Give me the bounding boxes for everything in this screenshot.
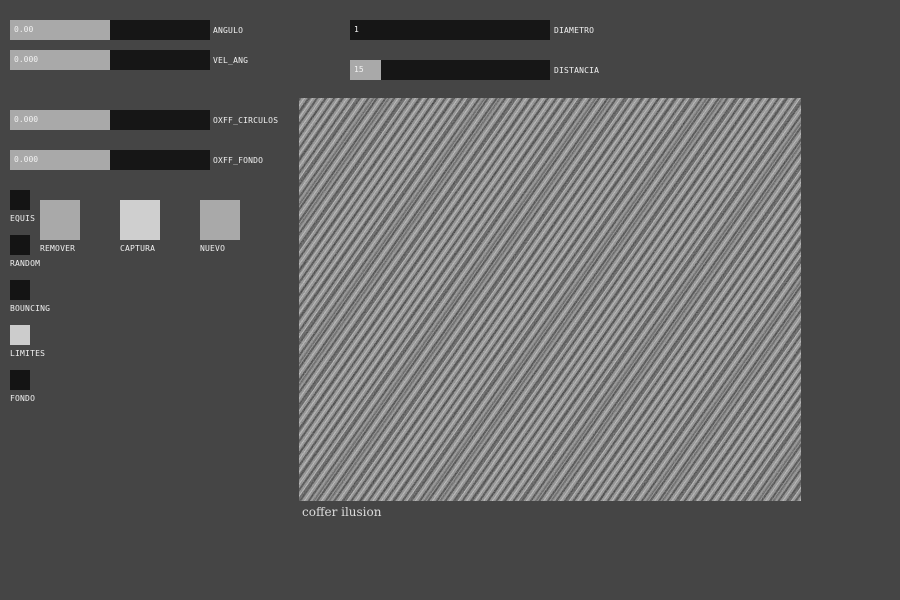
captura-button[interactable] [120, 200, 160, 240]
vel-ang-label: VEL_ANG [213, 56, 249, 65]
distancia-slider[interactable]: 15 [350, 60, 550, 80]
bouncing-label: BOUNCING [10, 304, 51, 313]
remover-button[interactable] [40, 200, 80, 240]
fondo-label: FONDO [10, 394, 36, 403]
oxff-circulos-slider[interactable]: 0.000 [10, 110, 210, 130]
captura-label: CAPTURA [120, 244, 156, 253]
nuevo-label: NUEVO [200, 244, 226, 253]
diametro-value: 1 [354, 25, 359, 34]
equis-label: EQUIS [10, 214, 36, 223]
oxff-circulos-label: OXFF_CIRCULOS [213, 116, 279, 125]
drawing-canvas[interactable] [299, 98, 801, 501]
nuevo-button[interactable] [200, 200, 240, 240]
fondo-toggle[interactable] [10, 370, 30, 390]
equis-toggle[interactable] [10, 190, 30, 210]
limites-toggle[interactable] [10, 325, 30, 345]
bouncing-toggle[interactable] [10, 280, 30, 300]
vel-ang-slider-fill [10, 50, 110, 70]
random-label: RANDOM [10, 259, 41, 268]
diametro-label: DIAMETRO [554, 26, 595, 35]
remover-label: REMOVER [40, 244, 76, 253]
diagonal-noise-pattern [299, 98, 801, 501]
oxff-fondo-slider[interactable]: 0.000 [10, 150, 210, 170]
distancia-label: DISTANCIA [554, 66, 600, 75]
canvas-caption: coffer ilusion [302, 505, 382, 519]
angulo-slider-fill [10, 20, 110, 40]
random-toggle[interactable] [10, 235, 30, 255]
distancia-slider-fill [350, 60, 381, 80]
angulo-slider[interactable]: 0.00 [10, 20, 210, 40]
limites-label: LIMITES [10, 349, 46, 358]
diametro-slider[interactable]: 1 [350, 20, 550, 40]
oxff-fondo-slider-fill [10, 150, 110, 170]
oxff-fondo-label: OXFF_FONDO [213, 156, 264, 165]
vel-ang-slider[interactable]: 0.000 [10, 50, 210, 70]
oxff-circulos-slider-fill [10, 110, 110, 130]
angulo-label: ANGULO [213, 26, 244, 35]
